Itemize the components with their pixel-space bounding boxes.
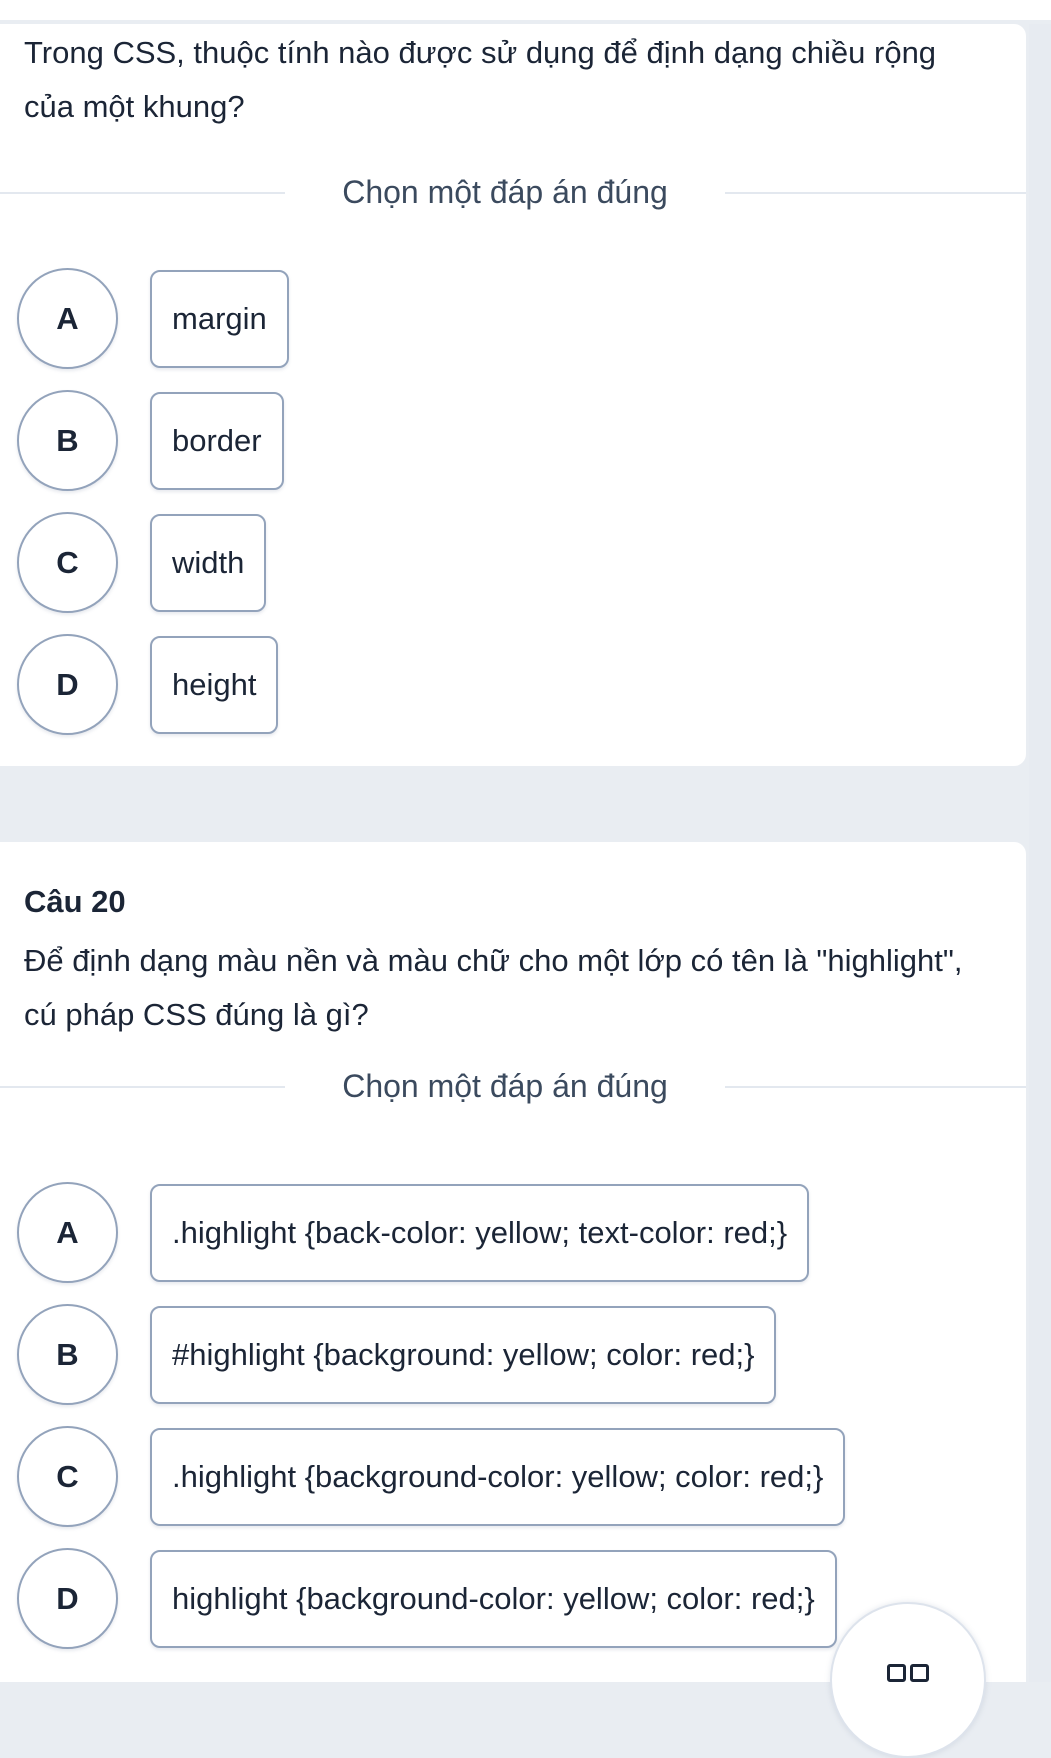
question-card: Câu 20 Để định dạng màu nền và màu chữ c… <box>0 842 1026 1682</box>
option-answer[interactable]: height <box>150 636 279 734</box>
instruction-divider: Chọn một đáp án đúng <box>0 172 1026 212</box>
option-answer[interactable]: margin <box>150 270 289 368</box>
scrollbar-track[interactable] <box>1029 24 1051 1682</box>
option-answer[interactable]: #highlight {background: yellow; color: r… <box>150 1306 777 1404</box>
square-shape <box>887 1664 906 1682</box>
grid-squares-icon <box>887 1664 931 1684</box>
option-letter[interactable]: D <box>17 1548 118 1649</box>
option-letter[interactable]: D <box>17 634 118 735</box>
option-letter[interactable]: A <box>17 1182 118 1283</box>
option-answer[interactable]: highlight {background-color: yellow; col… <box>150 1550 837 1648</box>
option-letter[interactable]: A <box>17 268 118 369</box>
option-answer[interactable]: width <box>150 514 267 612</box>
question-text: Trong CSS, thuộc tính nào được sử dụng đ… <box>24 35 937 124</box>
option-answer[interactable]: border <box>150 392 284 490</box>
divider-line <box>725 192 1026 194</box>
question-text: Để định dạng màu nền và màu chữ cho một … <box>24 943 963 1032</box>
option-letter[interactable]: B <box>17 1304 118 1405</box>
instruction-divider: Chọn một đáp án đúng <box>0 1066 1026 1106</box>
option-letter[interactable]: C <box>17 512 118 613</box>
option-answer[interactable]: .highlight {background-color: yellow; co… <box>150 1428 846 1526</box>
square-shape <box>910 1664 929 1682</box>
option-answer[interactable]: .highlight {back-color: yellow; text-col… <box>150 1184 810 1282</box>
option-letter[interactable]: C <box>17 1426 118 1527</box>
divider-line <box>725 1086 1026 1088</box>
question-number: Câu 20 <box>24 884 126 919</box>
question-grid-button[interactable] <box>830 1602 986 1758</box>
question-card: Trong CSS, thuộc tính nào được sử dụng đ… <box>0 24 1026 766</box>
option-letter[interactable]: B <box>17 390 118 491</box>
top-strip <box>0 0 1051 20</box>
